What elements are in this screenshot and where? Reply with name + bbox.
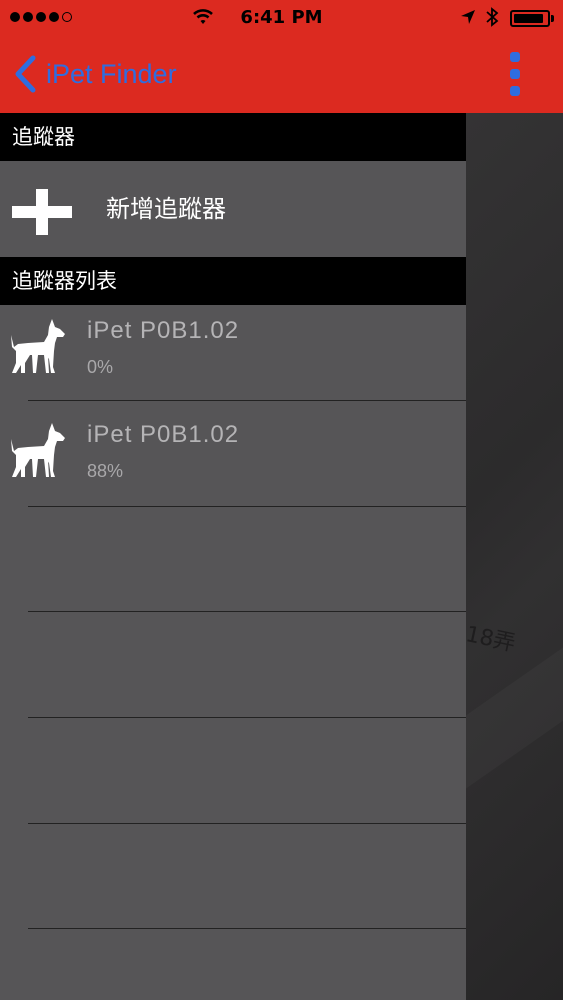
navigation-bar: iPet Finder: [0, 36, 563, 113]
tracker-name: iPet P0B1.02: [87, 421, 240, 448]
status-bar: 6:41 PM: [0, 0, 563, 36]
tracker-battery: 0%: [87, 357, 114, 377]
empty-list-row: [0, 507, 466, 612]
empty-list-row: [0, 612, 466, 717]
plus-icon-vertical: [36, 189, 48, 235]
plus-icon: [12, 189, 72, 235]
section-header-tracker: 追蹤器: [0, 113, 466, 161]
menu-dot: [510, 86, 520, 96]
location-arrow-icon: [461, 10, 475, 24]
menu-dot: [510, 52, 520, 62]
dog-icon: [11, 319, 65, 373]
empty-list-row: [0, 824, 466, 929]
back-button-label: iPet Finder: [46, 58, 177, 89]
map-background[interactable]: 18弄: [466, 113, 563, 1000]
tracker-list-item[interactable]: iPet P0B1.02 88%: [0, 401, 466, 506]
back-chevron-icon: [15, 55, 36, 93]
menu-dots-icon[interactable]: [504, 52, 526, 96]
empty-list-row: [0, 718, 466, 823]
side-drawer: 追蹤器 新增追蹤器 追蹤器列表 iPet P0B1.02 0% iPet P0B…: [0, 113, 466, 1000]
tracker-list-item[interactable]: iPet P0B1.02 0%: [0, 305, 466, 410]
divider: [28, 928, 466, 929]
section-header-tracker-list: 追蹤器列表: [0, 257, 466, 305]
add-tracker-label: 新增追蹤器: [106, 195, 226, 223]
tracker-name: iPet P0B1.02: [87, 317, 240, 344]
bluetooth-icon: [486, 7, 499, 27]
battery-fill: [514, 14, 543, 23]
menu-dot: [510, 69, 520, 79]
status-time: 6:41 PM: [240, 7, 323, 28]
dog-icon: [11, 423, 65, 477]
add-tracker-button[interactable]: 新增追蹤器: [0, 161, 466, 257]
battery-cap: [551, 15, 554, 22]
back-button[interactable]: iPet Finder: [12, 54, 177, 94]
map-street-label: 18弄: [466, 622, 518, 657]
tracker-battery: 88%: [87, 461, 124, 481]
battery-icon: [510, 10, 550, 27]
